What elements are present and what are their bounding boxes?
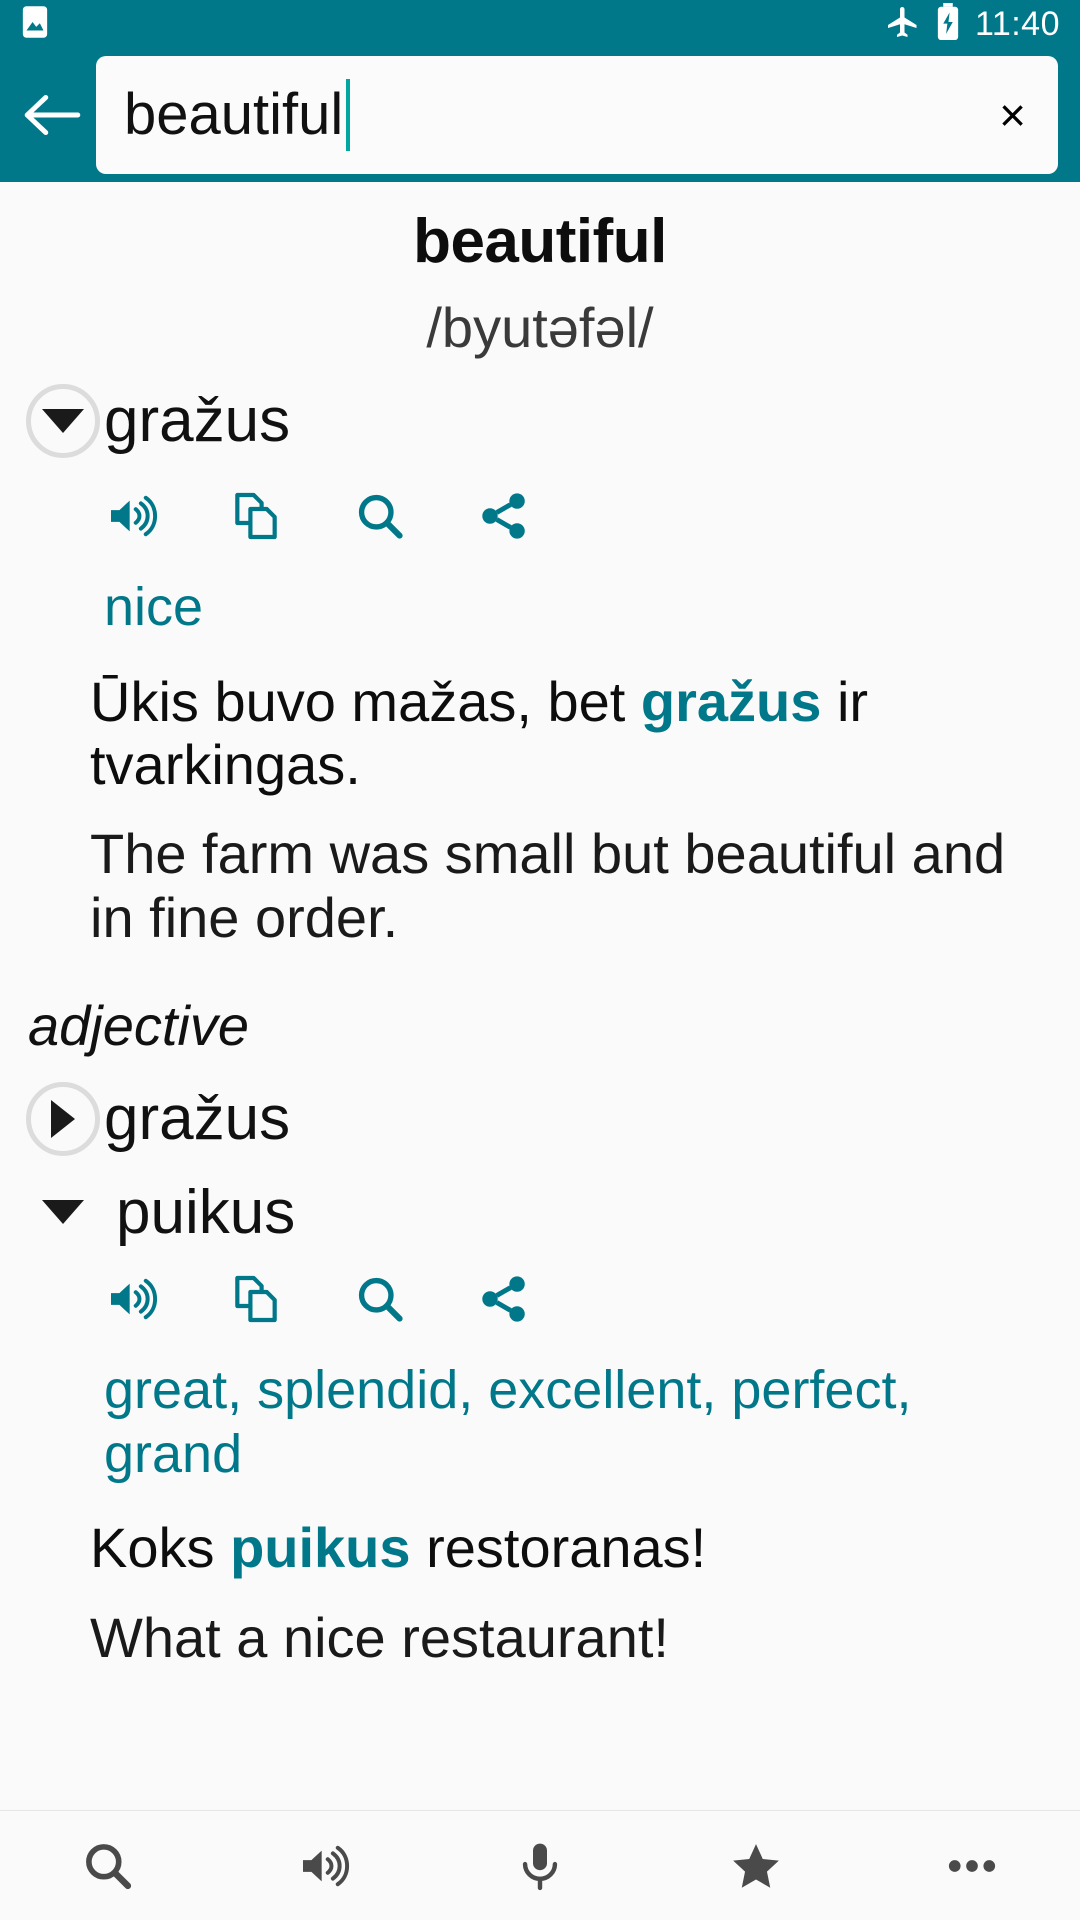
speaker-icon bbox=[296, 1838, 352, 1894]
example-text-post: restoranas! bbox=[410, 1516, 707, 1580]
example-sentence-translation: What a nice restaurant! bbox=[90, 1605, 669, 1669]
example-keyword: puikus bbox=[230, 1516, 411, 1580]
copy-icon[interactable] bbox=[228, 488, 284, 544]
search-icon bbox=[80, 1838, 136, 1894]
example-text-pre: Ūkis buvo mažas, bet bbox=[90, 669, 641, 733]
share-icon[interactable] bbox=[476, 488, 532, 544]
collapse-toggle-icon[interactable] bbox=[22, 1078, 104, 1160]
example-keyword: gražus bbox=[640, 669, 822, 733]
nav-favorites-button[interactable] bbox=[648, 1811, 864, 1920]
example-text-pre: Koks bbox=[90, 1516, 231, 1580]
speak-icon[interactable] bbox=[104, 1271, 160, 1327]
microphone-icon bbox=[512, 1838, 568, 1894]
example-sentence-source: Ūkis buvo mažas, bet gražus ir tvarkinga… bbox=[0, 670, 1080, 797]
text-caret bbox=[346, 79, 351, 151]
sense-actions-1 bbox=[0, 488, 1080, 544]
example-sentence-translation: The farm was small but beautiful and in … bbox=[90, 822, 1006, 949]
synonyms-list[interactable]: great, splendid, excellent, perfect, gra… bbox=[0, 1359, 1080, 1486]
image-icon bbox=[20, 5, 50, 44]
sense-word: gražus bbox=[104, 386, 291, 456]
sense-word: puikus bbox=[116, 1177, 296, 1247]
battery-charging-icon bbox=[935, 2, 961, 46]
sense-actions-2 bbox=[0, 1271, 1080, 1327]
expand-toggle-icon[interactable] bbox=[40, 1182, 86, 1242]
airplane-mode-icon bbox=[885, 4, 921, 45]
status-bar-right: 11:40 bbox=[885, 2, 1060, 46]
expand-toggle-icon[interactable] bbox=[22, 380, 104, 462]
status-bar-left bbox=[20, 5, 50, 44]
search-input[interactable]: beautiful × bbox=[96, 56, 1058, 174]
sense-header-grazus-2[interactable]: gražus bbox=[0, 1078, 1080, 1160]
sense-header-grazus-1[interactable]: gražus bbox=[0, 380, 1080, 462]
more-icon bbox=[944, 1838, 1000, 1894]
part-of-speech-label: adjective bbox=[28, 993, 250, 1057]
share-icon[interactable] bbox=[476, 1271, 532, 1327]
speak-icon[interactable] bbox=[104, 488, 160, 544]
search-input-value: beautiful bbox=[124, 86, 344, 144]
clear-search-button[interactable]: × bbox=[993, 92, 1032, 138]
nav-more-button[interactable] bbox=[864, 1811, 1080, 1920]
bottom-navigation-bar bbox=[0, 1810, 1080, 1920]
nav-voice-button[interactable] bbox=[432, 1811, 648, 1920]
status-time: 11:40 bbox=[974, 4, 1060, 43]
status-bar: 11:40 bbox=[0, 0, 1080, 48]
app-bar: beautiful × bbox=[0, 48, 1080, 182]
synonyms-list[interactable]: nice bbox=[0, 576, 1080, 640]
sense-header-puikus[interactable]: puikus bbox=[0, 1180, 1080, 1245]
phonetic-transcription: /byutəfəl/ bbox=[426, 296, 654, 359]
nav-pronounce-button[interactable] bbox=[216, 1811, 432, 1920]
copy-icon[interactable] bbox=[228, 1271, 284, 1327]
back-button[interactable] bbox=[14, 76, 92, 154]
page-title: beautiful bbox=[413, 207, 667, 276]
nav-search-button[interactable] bbox=[0, 1811, 216, 1920]
example-sentence-source: Koks puikus restoranas! bbox=[0, 1516, 1080, 1579]
definition-scroll-area[interactable]: beautiful /byutəfəl/ gražus nice Ūkis bu… bbox=[0, 182, 1080, 1810]
search-icon[interactable] bbox=[352, 1271, 408, 1327]
star-icon bbox=[728, 1838, 784, 1894]
search-icon[interactable] bbox=[352, 488, 408, 544]
sense-word: gražus bbox=[104, 1084, 291, 1154]
